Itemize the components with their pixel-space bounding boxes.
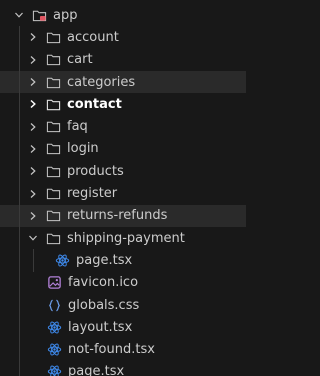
tree-item-shipping-page-tsx[interactable]: page.tsx	[0, 249, 246, 272]
folder-icon	[45, 163, 61, 179]
tree-item-label: favicon.ico	[68, 275, 139, 291]
indent-guide	[19, 226, 20, 250]
image-file-icon	[46, 275, 62, 291]
react-icon	[46, 364, 62, 376]
folder-icon	[45, 141, 61, 157]
indent-guide	[33, 249, 34, 272]
indent-guide	[19, 271, 20, 294]
tree-item-shipping-payment[interactable]: shipping-payment	[0, 226, 246, 250]
chevron-right-icon[interactable]	[26, 97, 40, 111]
tree-item-label: cart	[67, 52, 93, 68]
tree-item-label: page.tsx	[68, 364, 125, 376]
tree-item-label: register	[67, 186, 118, 202]
folder-icon	[45, 96, 61, 112]
tree-item-faq[interactable]: faq	[0, 115, 246, 138]
tree-item-register[interactable]: register	[0, 182, 246, 205]
tree-item-cart[interactable]: cart	[0, 48, 246, 71]
chevron-down-icon[interactable]	[12, 8, 26, 22]
tree-item-not-found-tsx[interactable]: not-found.tsx	[0, 338, 246, 361]
react-icon	[46, 319, 62, 335]
chevron-right-icon[interactable]	[26, 187, 40, 201]
indent-guide	[19, 70, 20, 94]
css-braces-icon	[46, 297, 62, 313]
indent-guide	[19, 93, 20, 116]
indent-guide	[19, 249, 20, 272]
indent-guide	[19, 137, 20, 161]
tree-item-label: page.tsx	[76, 252, 133, 268]
indent-guide	[19, 160, 20, 183]
folder-icon	[45, 119, 61, 135]
tree-item-label: products	[67, 163, 124, 179]
indent-guide	[19, 48, 20, 71]
chevron-right-icon[interactable]	[26, 30, 40, 44]
tree-item-label: not-found.tsx	[68, 342, 155, 358]
react-icon	[46, 342, 62, 358]
tree-item-page-tsx[interactable]: page.tsx	[0, 360, 246, 376]
chevron-right-icon[interactable]	[26, 120, 40, 134]
folder-icon	[45, 52, 61, 68]
indent-guide	[19, 316, 20, 339]
folder-icon	[45, 74, 61, 90]
file-explorer-tree: app account cart categories contact faq …	[0, 0, 246, 376]
chevron-right-icon[interactable]	[26, 53, 40, 67]
folder-icon	[45, 29, 61, 45]
tree-item-label: globals.css	[68, 297, 140, 313]
tree-item-categories[interactable]: categories	[0, 70, 246, 94]
tree-item-label: faq	[67, 119, 88, 135]
chevron-right-icon[interactable]	[26, 164, 40, 178]
indent-guide	[19, 338, 20, 361]
tree-item-favicon-ico[interactable]: favicon.ico	[0, 271, 246, 294]
tree-item-label: app	[53, 7, 78, 23]
tree-item-label: shipping-payment	[67, 230, 185, 246]
tree-item-layout-tsx[interactable]: layout.tsx	[0, 316, 246, 339]
indent-guide	[19, 26, 20, 49]
tree-item-app[interactable]: app	[0, 4, 246, 26]
tree-item-label: login	[67, 141, 99, 157]
chevron-right-icon[interactable]	[26, 142, 40, 156]
folder-icon	[45, 208, 61, 224]
tree-item-label: layout.tsx	[68, 319, 133, 335]
tree-item-label: returns-refunds	[67, 208, 168, 224]
tree-item-label: account	[67, 29, 119, 45]
indent-guide	[19, 204, 20, 227]
tree-item-products[interactable]: products	[0, 160, 246, 183]
app-folder-icon	[31, 7, 47, 23]
tree-item-label: contact	[67, 96, 122, 112]
tree-item-returns-refunds[interactable]: returns-refunds	[0, 204, 246, 227]
chevron-right-icon[interactable]	[26, 75, 40, 89]
folder-icon	[45, 186, 61, 202]
tree-item-login[interactable]: login	[0, 137, 246, 161]
tree-item-contact[interactable]: contact	[0, 93, 246, 116]
tree-item-label: categories	[67, 74, 136, 90]
indent-guide	[19, 182, 20, 205]
indent-guide	[19, 115, 20, 138]
indent-guide	[19, 360, 20, 376]
tree-item-globals-css[interactable]: globals.css	[0, 293, 246, 317]
chevron-right-icon[interactable]	[26, 209, 40, 223]
folder-open-icon	[45, 230, 61, 246]
react-icon	[54, 252, 70, 268]
chevron-down-icon[interactable]	[26, 231, 40, 245]
indent-guide	[19, 293, 20, 317]
tree-item-account[interactable]: account	[0, 26, 246, 49]
